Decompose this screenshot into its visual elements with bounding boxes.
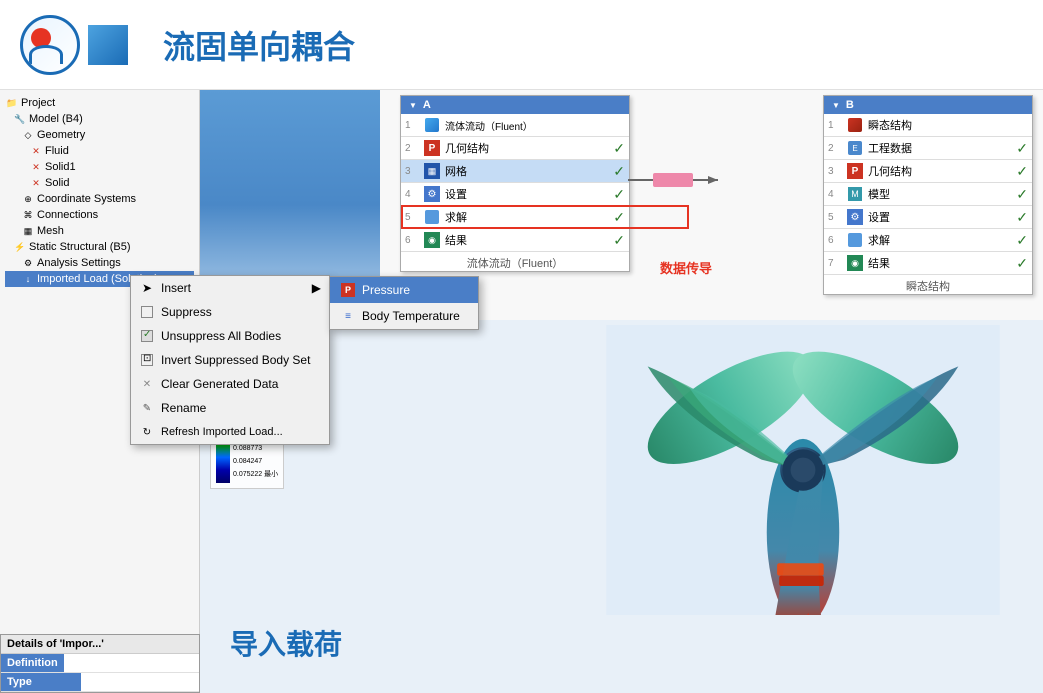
menu-refresh[interactable]: ↻ Refresh Imported Load... (131, 420, 329, 444)
imported-icon: ↓ (21, 272, 35, 286)
table-a-header: ▼ A (401, 96, 629, 114)
structural-icon: ⚡ (13, 240, 27, 254)
triangle-b-icon: ▼ (832, 101, 840, 110)
tree-analysis-settings[interactable]: ⚙ Analysis Settings (5, 255, 194, 271)
insert-icon: ➤ (139, 280, 155, 296)
table-b-row-5[interactable]: 5 ⚙ 设置 ✓ (824, 206, 1032, 229)
clear-icon: ✕ (139, 376, 155, 392)
table-a-row-4[interactable]: 4 ⚙ 设置 ✓ (401, 183, 629, 206)
tree-solid[interactable]: ✕ Solid (5, 175, 194, 191)
table-b-row-2[interactable]: 2 E 工程数据 ✓ (824, 137, 1032, 160)
tree-geometry[interactable]: ◇ Geometry (5, 127, 194, 143)
menu-unsuppress[interactable]: ✓ Unsuppress All Bodies (131, 324, 329, 348)
eng-data-icon: E (846, 139, 864, 157)
details-type-row: Type (1, 673, 199, 692)
header: 流固单向耦合 (0, 0, 1043, 90)
table-a-row-1[interactable]: 1 流体流动（Fluent） (401, 114, 629, 137)
table-b-row-4[interactable]: 4 M 模型 ✓ (824, 183, 1032, 206)
model-icon: 🔧 (13, 112, 27, 126)
main-content: 📁 Project 🔧 Model (B4) ◇ Geometry ✕ Flui… (0, 90, 1043, 693)
geometry-p-icon: P (423, 139, 441, 157)
tree-project[interactable]: 📁 Project (5, 95, 194, 111)
table-a-row-2[interactable]: 2 P 几何结构 ✓ (401, 137, 629, 160)
table-b-row-7[interactable]: 7 ◉ 结果 ✓ (824, 252, 1032, 275)
tree-model[interactable]: 🔧 Model (B4) (5, 111, 194, 127)
rename-icon: ✎ (139, 400, 155, 416)
context-menu: ➤ Insert ▶ P Pressure ≡ Body (130, 275, 330, 445)
x-icon-fluid: ✕ (29, 144, 43, 158)
logo-area (20, 15, 128, 75)
page-title: 流固单向耦合 (163, 22, 355, 68)
menu-invert-suppressed[interactable]: ⊡ Invert Suppressed Body Set (131, 348, 329, 372)
table-b-caption: 瞬态结构 (824, 278, 1032, 294)
details-definition-row: Definition (1, 654, 199, 673)
table-b-row-3[interactable]: 3 P 几何结构 ✓ (824, 160, 1032, 183)
x-icon-solid1: ✕ (29, 160, 43, 174)
table-a-caption: 流体流动（Fluent） (401, 255, 629, 271)
propeller-svg: 导入压力载荷 (593, 325, 1013, 615)
triangle-icon: ▼ (409, 101, 417, 110)
geom-b-icon: P (846, 162, 864, 180)
model-b-icon: M (846, 185, 864, 203)
menu-clear-generated[interactable]: ✕ Clear Generated Data (131, 372, 329, 396)
result-b-icon: ◉ (846, 254, 864, 272)
type-label: Type (1, 673, 81, 691)
table-a-row-5[interactable]: 5 求解 ✓ (401, 206, 629, 229)
table-a-row-3[interactable]: 3 ▦ 网格 ✓ (401, 160, 629, 183)
fluent-icon (423, 116, 441, 134)
details-panel: Details of 'Impor...' Definition Type (0, 634, 200, 693)
result-wb-icon: ◉ (423, 231, 441, 249)
mesh-icon: ▦ (21, 224, 35, 238)
submenu-arrow: ▶ (304, 281, 321, 295)
connection-svg (628, 170, 718, 200)
settings-icon: ⚙ (21, 256, 35, 270)
type-value[interactable] (81, 673, 199, 691)
tree-fluid[interactable]: ✕ Fluid (5, 143, 194, 159)
definition-section-label: Definition (1, 654, 64, 672)
menu-rename[interactable]: ✎ Rename (131, 396, 329, 420)
geometry-icon: ◇ (21, 128, 35, 142)
folder-icon: 📁 (5, 96, 19, 110)
tree-solid1[interactable]: ✕ Solid1 (5, 159, 194, 175)
mesh-wb-icon: ▦ (423, 162, 441, 180)
tree-mesh[interactable]: ▦ Mesh (5, 223, 194, 239)
tree-coordinate[interactable]: ⊕ Coordinate Systems (5, 191, 194, 207)
data-transfer-label: 数据传导 (660, 258, 712, 277)
table-b-row-1[interactable]: 1 瞬态结构 (824, 114, 1032, 137)
insert-submenu: P Pressure ≡ Body Temperature (329, 276, 479, 330)
submenu-body-temperature[interactable]: ≡ Body Temperature (330, 303, 478, 329)
submenu-pressure[interactable]: P Pressure (330, 277, 478, 303)
suppress-icon (139, 304, 155, 320)
solve-wb-icon (423, 208, 441, 226)
tree-connections[interactable]: ⌘ Connections (5, 207, 194, 223)
transient-icon (846, 116, 864, 134)
solve-b-icon (846, 231, 864, 249)
table-a: ▼ A 1 流体流动（Fluent） 2 P 几何结构 ✓ 3 (400, 95, 630, 272)
settings-b-icon: ⚙ (846, 208, 864, 226)
bottom-label: 导入载荷 (230, 623, 342, 663)
table-b-header: ▼ B (824, 96, 1032, 114)
logo-box (88, 25, 128, 65)
settings-wb-icon: ⚙ (423, 185, 441, 203)
table-a-row-6[interactable]: 6 ◉ 结果 ✓ (401, 229, 629, 252)
menu-insert[interactable]: ➤ Insert ▶ P Pressure ≡ Body (131, 276, 329, 300)
project-tree-panel: 📁 Project 🔧 Model (B4) ◇ Geometry ✕ Flui… (0, 90, 200, 693)
table-b-row-6[interactable]: 6 求解 ✓ (824, 229, 1032, 252)
table-b: ▼ B 1 瞬态结构 2 E 工程数据 ✓ (823, 95, 1033, 295)
refresh-icon: ↻ (139, 424, 155, 440)
unsuppress-icon: ✓ (139, 328, 155, 344)
coord-icon: ⊕ (21, 192, 35, 206)
connections-icon: ⌘ (21, 208, 35, 222)
temperature-icon: ≡ (340, 308, 356, 324)
pressure-icon: P (340, 282, 356, 298)
details-header: Details of 'Impor...' (1, 635, 199, 654)
invert-icon: ⊡ (139, 352, 155, 368)
logo-icon (20, 15, 80, 75)
x-icon-solid: ✕ (29, 176, 43, 190)
tree-structural[interactable]: ⚡ Static Structural (B5) (5, 239, 194, 255)
menu-suppress[interactable]: Suppress (131, 300, 329, 324)
